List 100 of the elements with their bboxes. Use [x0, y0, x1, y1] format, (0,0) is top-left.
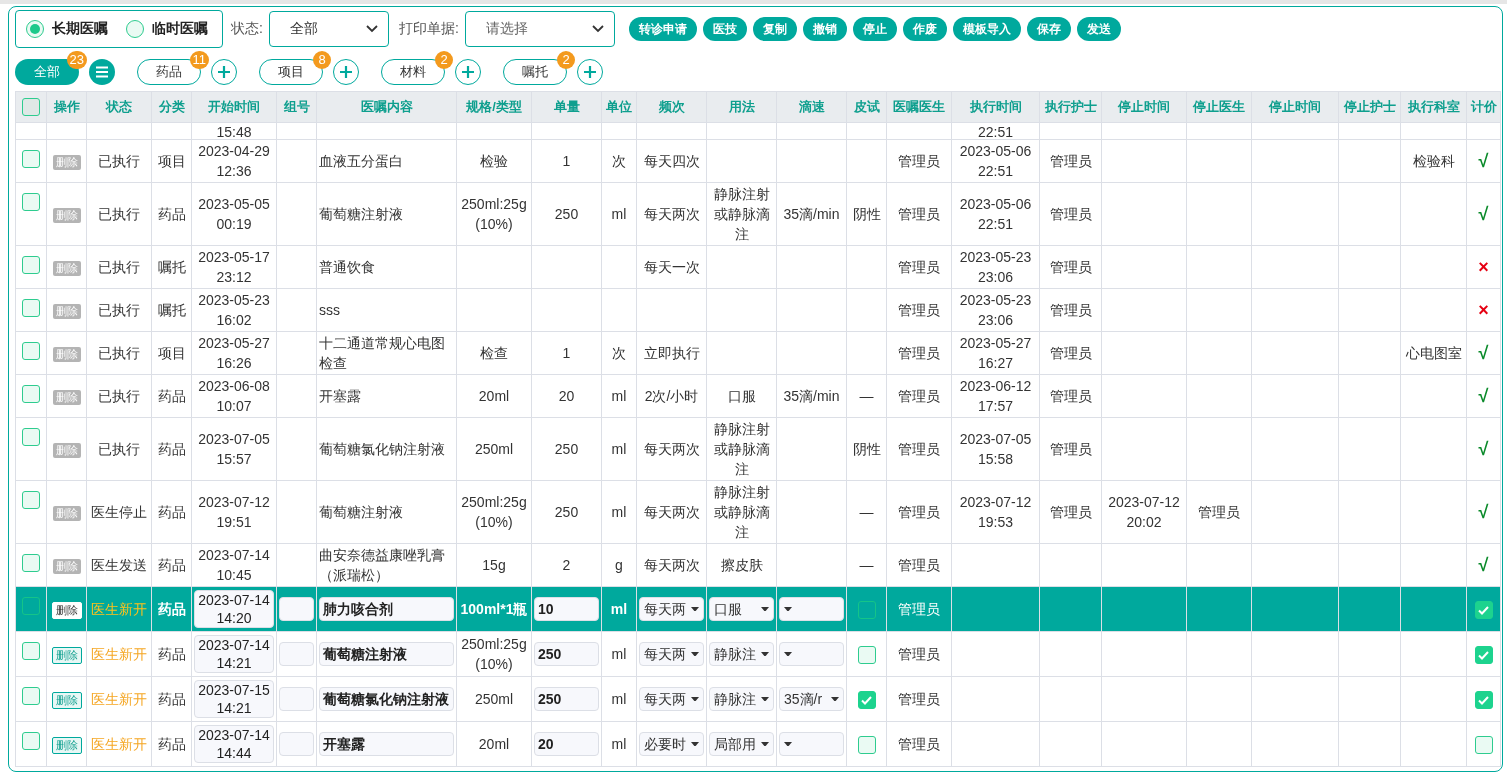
- row-checkbox[interactable]: [22, 428, 40, 447]
- order-content-field[interactable]: 葡萄糖氯化钠注射液: [319, 687, 454, 711]
- print-select[interactable]: 请选择: [464, 11, 615, 47]
- dose-field[interactable]: 10: [534, 597, 599, 621]
- usage-text: 静脉注射或静脉滴注: [713, 186, 770, 242]
- frequency-select[interactable]: 每天两: [639, 597, 704, 621]
- select-all-checkbox[interactable]: [22, 98, 40, 116]
- skin-test-checkbox[interactable]: [857, 691, 876, 710]
- row-checkbox[interactable]: [22, 256, 40, 275]
- skin-test-checkbox[interactable]: [857, 601, 876, 620]
- group-field[interactable]: [279, 597, 314, 621]
- usage-select[interactable]: 口服: [709, 597, 774, 621]
- order-type-radio[interactable]: 临时医嘱: [126, 20, 208, 38]
- caret-icon: [761, 741, 769, 747]
- start-time-field[interactable]: 2023-07-14 14:44: [194, 725, 274, 763]
- column-header: 频次: [636, 91, 707, 123]
- doctor-text: 管理员: [898, 504, 940, 520]
- start-time-text: 2023-05-17 23:12: [198, 249, 270, 285]
- group-field[interactable]: [279, 732, 314, 756]
- caret-icon: [691, 606, 699, 612]
- add-button[interactable]: [211, 59, 237, 85]
- billing-checkbox[interactable]: [1474, 736, 1493, 755]
- skin-test-text: 阴性: [852, 441, 881, 457]
- row-checkbox[interactable]: [22, 299, 40, 318]
- row-checkbox[interactable]: [22, 687, 40, 706]
- status-text: 医生停止: [91, 504, 147, 520]
- category-text: 药品: [157, 206, 186, 222]
- dose-field[interactable]: 250: [534, 687, 599, 711]
- frequency-select[interactable]: 必要时: [639, 732, 704, 756]
- exec-time-text: 2023-06-12 17:57: [959, 378, 1032, 414]
- exec-time-text: 22:51: [977, 124, 1013, 139]
- exec-time-text: 2023-05-06 22:51: [959, 143, 1032, 179]
- group-field[interactable]: [279, 642, 314, 666]
- skin-test-text: —: [859, 388, 874, 404]
- status-text: 已执行: [98, 388, 140, 404]
- spec-text: 250ml: [474, 441, 514, 457]
- drip-rate-select[interactable]: [779, 642, 844, 666]
- row-checkbox[interactable]: [22, 342, 40, 361]
- spec-text: 250ml:25g (10%): [461, 494, 527, 530]
- delete-button[interactable]: 删除: [51, 602, 82, 619]
- spec-text: 15g: [482, 557, 506, 573]
- menu-button[interactable]: [89, 59, 115, 85]
- usage-select[interactable]: 局部用: [709, 732, 774, 756]
- row-checkbox[interactable]: [22, 150, 40, 169]
- column-header: 停止时间: [1101, 91, 1187, 123]
- status-text: 已执行: [98, 153, 140, 169]
- skin-test-checkbox[interactable]: [857, 646, 876, 665]
- order-type-radio[interactable]: 长期医嘱: [26, 20, 108, 38]
- dose-field[interactable]: 20: [534, 732, 599, 756]
- order-content-text: 十二通道常规心电图检查: [319, 335, 445, 371]
- start-time-text: 2023-07-12 19:51: [198, 494, 270, 530]
- billing-checkbox[interactable]: [1474, 646, 1493, 665]
- drip-rate-select[interactable]: [779, 597, 844, 621]
- dose-field[interactable]: 250: [534, 642, 599, 666]
- spec-text: 20ml: [478, 736, 510, 752]
- column-header: 单位: [601, 91, 637, 123]
- doctor-text: 管理员: [898, 345, 940, 361]
- plus-icon: [583, 65, 597, 79]
- order-content-field[interactable]: 葡萄糖注射液: [319, 642, 454, 666]
- group-field[interactable]: [279, 687, 314, 711]
- spec-text: 250ml:25g (10%): [461, 196, 527, 232]
- row-checkbox[interactable]: [22, 642, 40, 661]
- billing-mark: ×: [1478, 299, 1489, 320]
- row-checkbox[interactable]: [22, 597, 40, 616]
- billing-checkbox[interactable]: [1474, 601, 1493, 620]
- add-button[interactable]: [577, 59, 603, 85]
- row-checkbox[interactable]: [22, 732, 40, 751]
- order-content-field[interactable]: 开塞露: [319, 732, 454, 756]
- start-time-field[interactable]: 2023-07-15 14:21: [194, 680, 274, 718]
- order-content-text: 血液五分蛋白: [319, 153, 403, 169]
- add-button[interactable]: [455, 59, 481, 85]
- unit-text: 次: [612, 153, 626, 169]
- unit-text: ml: [611, 504, 627, 520]
- doctor-text: 管理员: [898, 691, 940, 707]
- skin-test-checkbox[interactable]: [857, 736, 876, 755]
- frequency-select[interactable]: 每天两: [639, 687, 704, 711]
- start-time-field[interactable]: 2023-07-14 14:20: [194, 590, 274, 628]
- row-checkbox[interactable]: [22, 554, 40, 573]
- exec-time-text: 2023-05-27 16:27: [959, 335, 1032, 371]
- usage-select[interactable]: 静脉注: [709, 687, 774, 711]
- dose-text: 2: [562, 557, 571, 573]
- start-time-field[interactable]: 2023-07-14 14:21: [194, 635, 274, 673]
- doctor-text: 管理员: [898, 206, 940, 222]
- drip-rate-select[interactable]: [779, 732, 844, 756]
- count-badge: 2: [557, 51, 575, 69]
- start-time-text: 2023-05-05 00:19: [198, 196, 270, 232]
- billing-checkbox[interactable]: [1474, 691, 1493, 710]
- frequency-select[interactable]: 每天两: [639, 642, 704, 666]
- caret-icon: [784, 651, 792, 657]
- row-checkbox[interactable]: [22, 385, 40, 404]
- usage-select[interactable]: 静脉注: [709, 642, 774, 666]
- category-text: 嘱托: [157, 259, 186, 275]
- order-content-field[interactable]: 肺力咳合剂: [319, 597, 454, 621]
- frequency-text: 每天一次: [643, 259, 700, 275]
- drip-rate-select[interactable]: 35滴/r: [779, 687, 844, 711]
- row-checkbox[interactable]: [22, 491, 40, 510]
- column-header: 皮试: [846, 91, 887, 123]
- row-checkbox[interactable]: [22, 193, 40, 212]
- status-select[interactable]: 全部: [268, 11, 389, 47]
- add-button[interactable]: [333, 59, 359, 85]
